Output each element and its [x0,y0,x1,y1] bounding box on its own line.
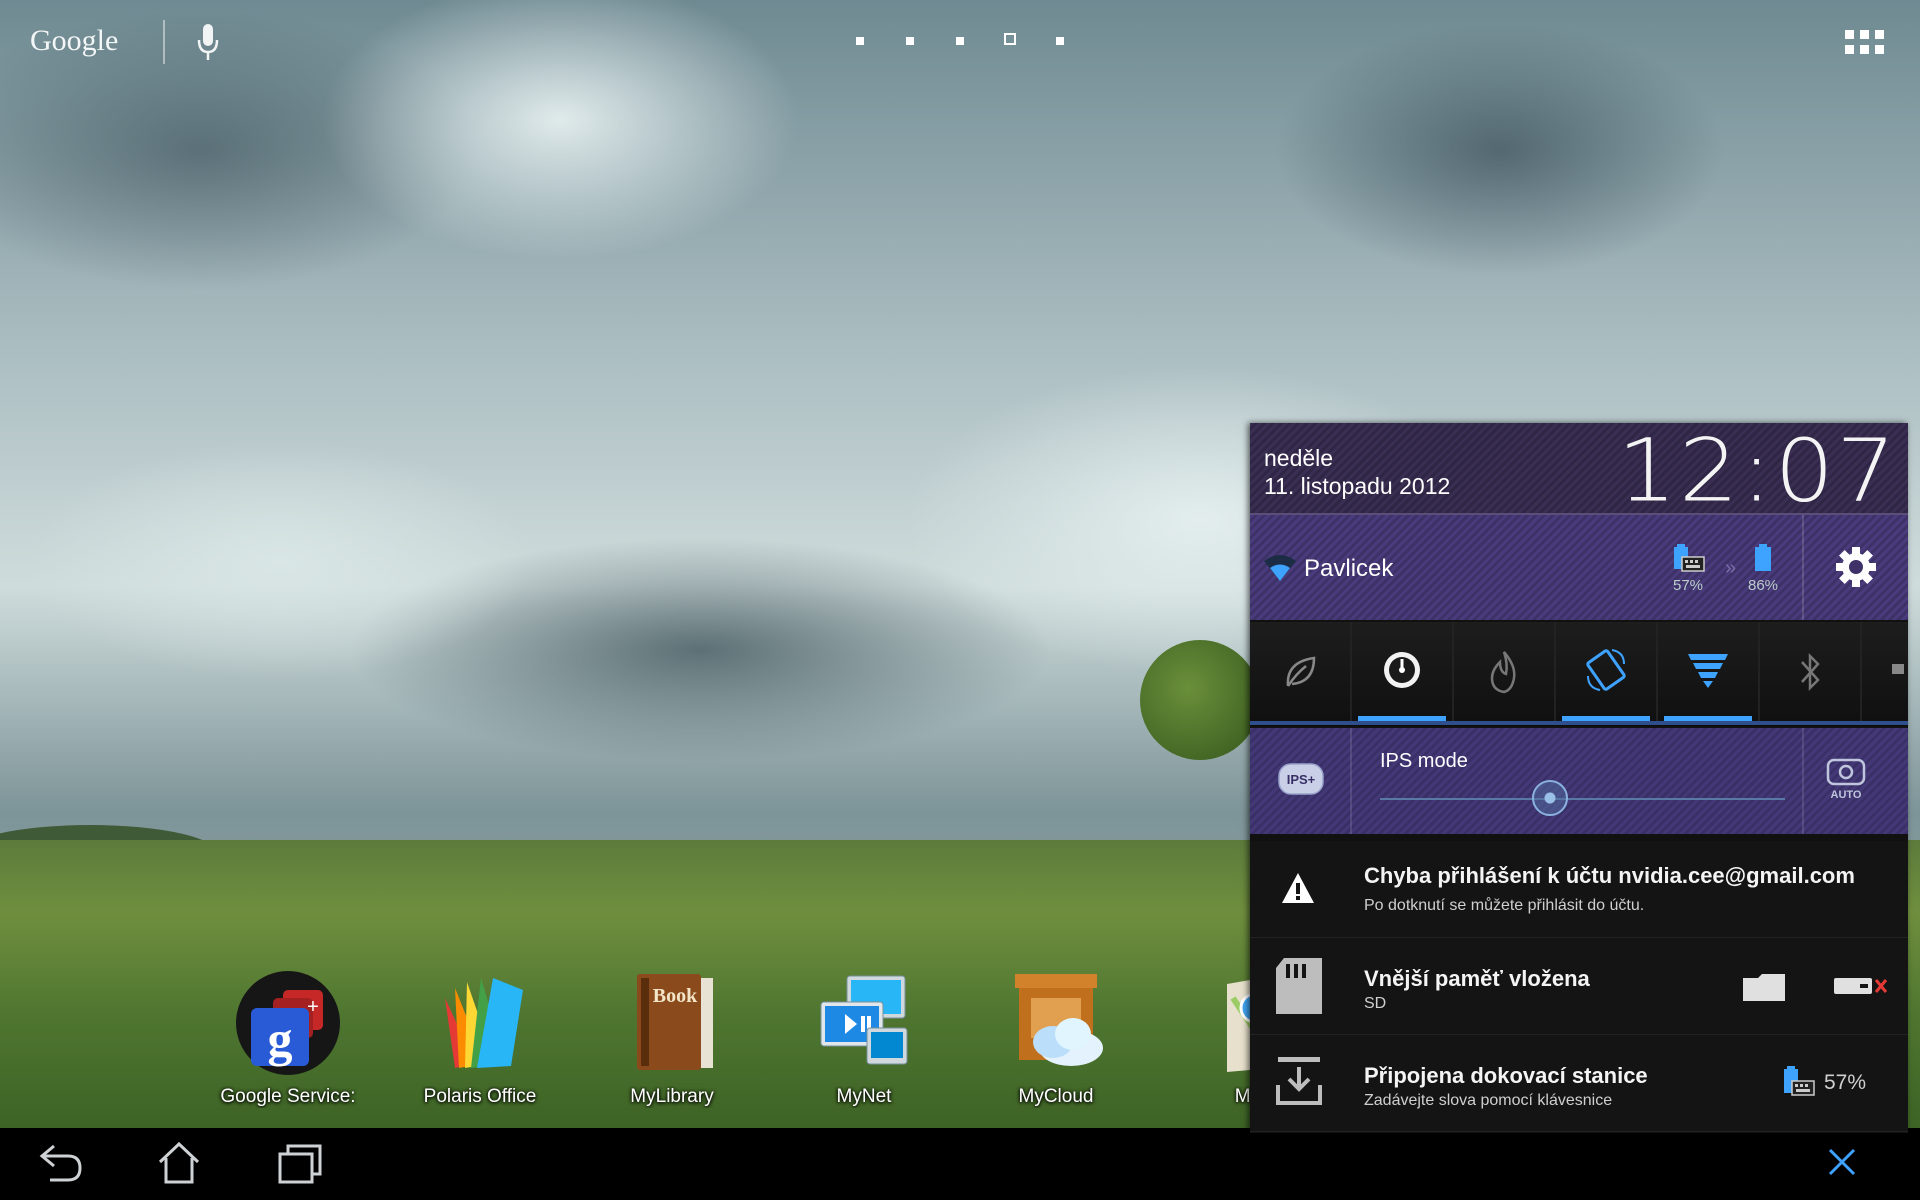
folder-icon[interactable] [1742,972,1786,1002]
book-icon-text: Book [653,985,698,1007]
svg-text:+: + [307,996,319,1018]
battery-arrows: » [1725,557,1737,579]
ips-slider-track[interactable] [1380,798,1785,800]
quick-toggles-row [1250,622,1908,726]
close-notifications-icon[interactable] [1826,1146,1858,1183]
polaris-office-icon [425,968,535,1078]
tablet-battery-percent: 86% [1748,577,1779,594]
app-label: MyCloud [1018,1086,1094,1107]
rotate-screen-icon [1586,649,1626,691]
recent-apps-button[interactable] [276,1140,326,1191]
app-label: MyNet [836,1086,892,1107]
home-button[interactable] [156,1140,202,1191]
notification-sd-card[interactable]: Vnější paměť vložena SD [1250,938,1908,1035]
notification-panel: neděle 11. listopadu 2012 12:07 Pavlicek… [1250,421,1908,1133]
auto-icon-text: AUTO [1831,789,1862,800]
ips-divider [1802,728,1804,834]
page-indicator-current[interactable] [1004,33,1016,45]
dock-download-icon [1276,1057,1322,1105]
mycloud-icon [1001,968,1111,1078]
page-indicator-5[interactable] [1056,37,1064,45]
app-label: Polaris Office [423,1086,537,1107]
day-name: neděle [1264,445,1334,471]
bluetooth-toggle[interactable] [1760,622,1862,722]
ips-plus-icon[interactable]: IPS+ [1278,763,1324,800]
bluetooth-icon [1801,652,1820,692]
sd-card-icon [1276,958,1322,1014]
app-label: Google Service: [220,1086,356,1107]
google-services-icon: g + [233,968,343,1078]
apps-grid-icon[interactable] [1845,30,1885,61]
gear-icon [1836,547,1876,587]
balanced-mode-toggle[interactable] [1352,622,1454,722]
app-polaris-office[interactable]: Polaris Office [400,968,560,1108]
wifi-row[interactable]: Pavlicek 57% » 86% [1250,515,1908,620]
notification-dock-connected[interactable]: Připojena dokovací stanice Zadávejte slo… [1250,1035,1908,1132]
ips-slider-thumb[interactable] [1532,780,1568,816]
panel-clock-row: neděle 11. listopadu 2012 12:07 [1250,421,1908,522]
wifi-icon [1688,654,1728,688]
page-indicator-1[interactable] [856,37,864,45]
page-indicator-3[interactable] [956,37,964,45]
svg-text:g: g [268,1011,293,1067]
settings-button[interactable] [1804,515,1908,620]
app-label: MyLibrary [630,1086,714,1107]
dock-battery-percent: 57% [1672,577,1704,594]
top-divider [163,20,165,64]
eject-sd-icon[interactable] [1832,974,1888,998]
wifi-network-name: Pavlicek [1304,555,1394,582]
dock-battery-percent: 57% [1824,1071,1867,1094]
wifi-toggle[interactable] [1658,622,1760,722]
auto-brightness-icon[interactable]: AUTO [1826,758,1866,805]
performance-mode-toggle[interactable] [1454,622,1556,722]
dock-battery-icon [1784,1066,1815,1096]
warning-icon [1282,873,1314,903]
notification-login-error[interactable]: Chyba přihlášení k účtu nvidia.cee@gmail… [1250,841,1908,938]
app-mynet[interactable]: MyNet [784,968,944,1108]
date-text: 11. listopadu 2012 [1264,473,1451,499]
notification-title: Chyba přihlášení k účtu nvidia.cee@gmail… [1364,863,1855,888]
notification-title: Připojena dokovací stanice [1364,1063,1648,1088]
app-google-services[interactable]: g + Google Service: [208,968,368,1108]
power-saver-toggle[interactable] [1250,622,1352,722]
notification-subtitle: Po dotknutí se můžete přihlásit do účtu. [1364,897,1645,914]
google-search-logo[interactable]: Google [30,24,118,58]
back-button[interactable] [36,1140,86,1191]
leaf-icon [1286,656,1316,687]
ips-mode-label: IPS mode [1380,750,1468,772]
wifi-icon [1264,555,1296,588]
app-mylibrary[interactable]: Book MyLibrary [592,968,752,1108]
notification-subtitle: SD [1364,995,1387,1012]
app-mycloud[interactable]: MyCloud [976,968,1136,1108]
auto-rotate-toggle[interactable] [1556,622,1658,722]
ips-icon-text: IPS+ [1287,772,1316,787]
speedometer-icon [1384,652,1420,688]
page-indicator-2[interactable] [906,37,914,45]
dock-battery-indicator: 57% [1670,543,1706,594]
mynet-icon [809,968,919,1078]
notification-title: Vnější paměť vložena [1364,966,1590,991]
partial-icon [1892,664,1904,674]
more-toggle[interactable] [1862,622,1908,722]
ips-mode-row: IPS+ IPS mode AUTO [1250,728,1908,834]
microphone-icon[interactable] [196,22,220,67]
flame-icon [1490,651,1516,694]
notification-subtitle: Zadávejte slova pomocí klávesnice [1364,1092,1613,1109]
tablet-battery-indicator: 86% [1748,543,1778,594]
ips-divider [1350,728,1352,834]
book-icon: Book [617,968,727,1078]
clock: 12:07 [1617,421,1898,522]
toggles-underline [1250,721,1908,725]
wallpaper-tree [1140,640,1260,760]
